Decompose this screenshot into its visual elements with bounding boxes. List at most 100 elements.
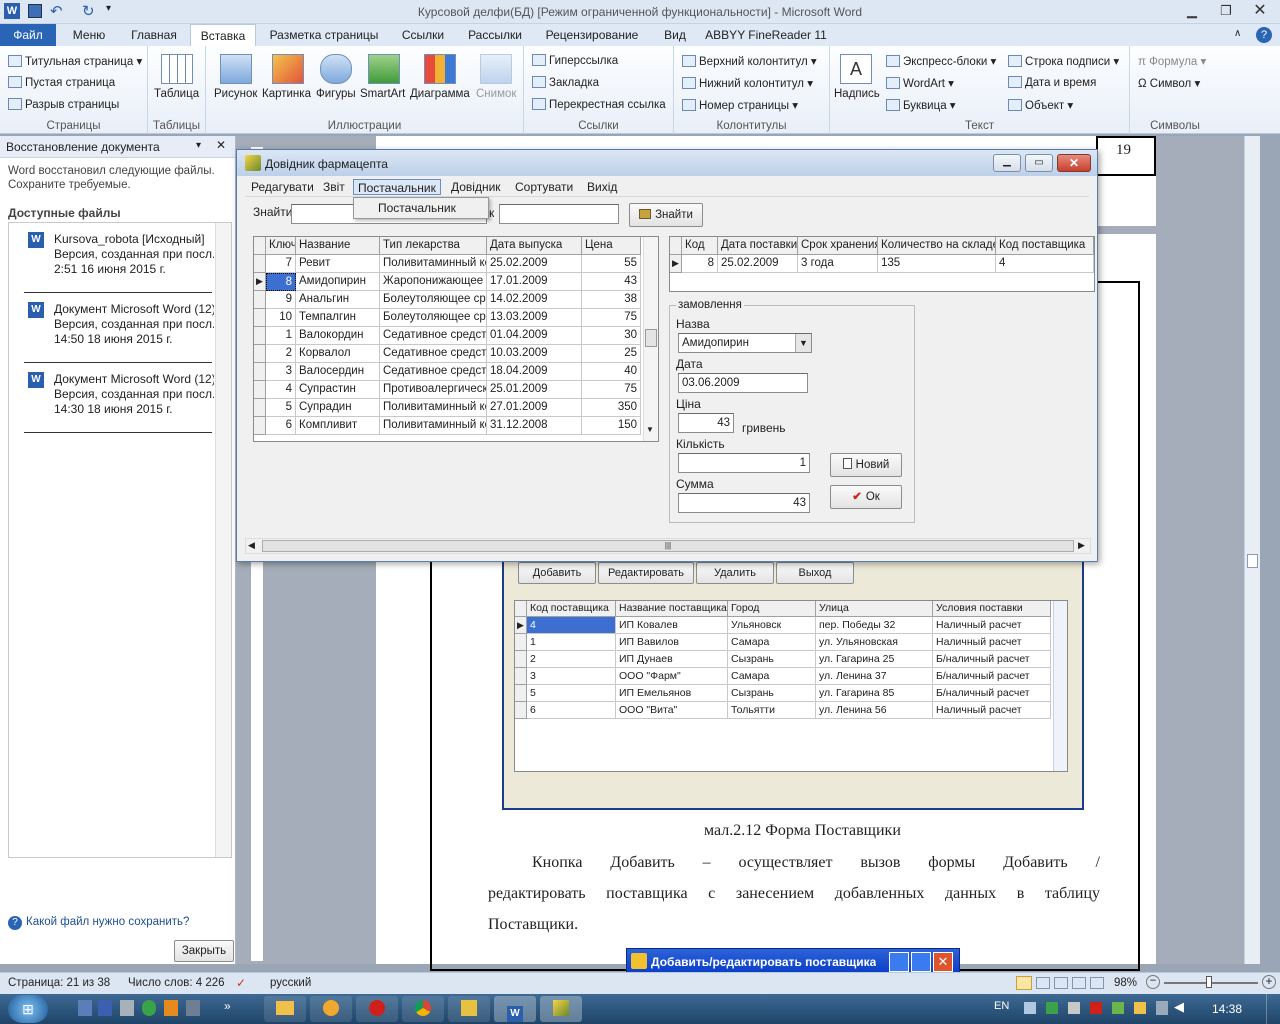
- medicine-cell[interactable]: Амидопирин: [296, 273, 380, 291]
- blank-page-button[interactable]: Пустая страница: [8, 76, 115, 89]
- new-button[interactable]: Новий: [830, 453, 902, 477]
- medicine-cell[interactable]: Седативное средств: [380, 345, 487, 363]
- taskbar-word[interactable]: W: [494, 996, 536, 1022]
- column-header[interactable]: Условия поставки: [933, 601, 1051, 617]
- exit-button[interactable]: Выход: [776, 562, 854, 584]
- dropdown-item-supplier[interactable]: Постачальник: [378, 201, 456, 215]
- medicine-cell[interactable]: 31.12.2008: [487, 417, 582, 435]
- hyperlink-button[interactable]: Гиперссылка: [532, 54, 618, 67]
- medicine-cell[interactable]: 3: [266, 363, 296, 381]
- tray-icon[interactable]: [1068, 1002, 1080, 1014]
- medicine-cell[interactable]: 27.01.2009: [487, 399, 582, 417]
- page-break-button[interactable]: Разрыв страницы: [8, 98, 119, 111]
- medicine-cell[interactable]: 14.02.2009: [487, 291, 582, 309]
- medicine-cell[interactable]: Поливитаминный ко: [380, 399, 487, 417]
- tab-insert[interactable]: Вставка: [190, 24, 256, 46]
- tab-view[interactable]: Вид: [654, 24, 696, 46]
- column-header[interactable]: Название поставщика: [616, 601, 728, 617]
- tray-icon[interactable]: [1046, 1002, 1058, 1014]
- help-icon[interactable]: ?: [1256, 27, 1272, 43]
- medicines-scrollbar[interactable]: ▼: [643, 237, 658, 441]
- medicine-cell[interactable]: 150: [582, 417, 641, 435]
- equation-button[interactable]: π Формула ▾: [1138, 54, 1206, 68]
- clock[interactable]: 14:38: [1212, 1002, 1242, 1016]
- stock-cell[interactable]: 4: [996, 255, 1094, 273]
- close-icon[interactable]: ✕: [1057, 154, 1091, 172]
- supplier-cell[interactable]: Наличный расчет: [933, 702, 1051, 719]
- supplier-cell[interactable]: Наличный расчет: [933, 617, 1051, 634]
- medicine-cell[interactable]: 8: [266, 273, 296, 291]
- supplier-cell[interactable]: ИП Дунаев: [616, 651, 728, 668]
- tab-page-layout[interactable]: Разметка страницы: [262, 24, 386, 46]
- medicine-cell[interactable]: 5: [266, 399, 296, 417]
- medicine-cell[interactable]: Жаропонижающее с: [380, 273, 487, 291]
- taskbar-app[interactable]: [310, 996, 352, 1022]
- input-language[interactable]: EN: [994, 1000, 1009, 1012]
- column-header[interactable]: Улица: [816, 601, 933, 617]
- stock-cell[interactable]: 135: [878, 255, 996, 273]
- cross-reference-button[interactable]: Перекрестная ссылка: [532, 98, 666, 111]
- smartart-button[interactable]: SmartArt: [360, 88, 405, 100]
- taskbar-pharmacist-app[interactable]: [540, 996, 582, 1022]
- supplier-cell[interactable]: Сызрань: [728, 685, 816, 702]
- table-button[interactable]: Таблица: [154, 88, 199, 100]
- header-button[interactable]: Верхний колонтитул ▾: [682, 54, 817, 68]
- footer-button[interactable]: Нижний колонтитул ▾: [682, 76, 813, 90]
- supplier-cell[interactable]: ул. Гагарина 85: [816, 685, 933, 702]
- medicine-cell[interactable]: 75: [582, 309, 641, 327]
- menu-reference[interactable]: Довідник: [447, 179, 505, 195]
- menu-report[interactable]: Звіт: [319, 179, 349, 195]
- tab-file[interactable]: Файл: [0, 24, 56, 46]
- menu-edit[interactable]: Редагувати: [247, 179, 318, 195]
- tray-icon[interactable]: [1112, 1002, 1124, 1014]
- medicine-cell[interactable]: Поливитаминный ко: [380, 255, 487, 273]
- maximize-icon[interactable]: ▭: [1025, 154, 1053, 172]
- chart-button[interactable]: Диаграмма: [410, 88, 470, 100]
- tab-abbyy[interactable]: ABBYY FineReader 11: [702, 24, 830, 46]
- scroll-right-icon[interactable]: ▶: [1078, 540, 1085, 551]
- zoom-out-icon[interactable]: −: [1146, 975, 1160, 989]
- price-field[interactable]: 43: [678, 413, 734, 433]
- supplier-cell[interactable]: пер. Победы 32: [816, 617, 933, 634]
- tray-icon[interactable]: [1024, 1002, 1036, 1014]
- clipart-button[interactable]: Картинка: [262, 88, 311, 100]
- column-header[interactable]: Ключ: [266, 237, 296, 255]
- search-button[interactable]: Знайти: [629, 203, 703, 227]
- column-header[interactable]: Дата поставки: [718, 237, 798, 255]
- supplier-cell[interactable]: ИП Емельянов: [616, 685, 728, 702]
- scroll-thumb[interactable]: [645, 329, 657, 347]
- close-button[interactable]: Закрыть: [174, 940, 234, 962]
- sum-field[interactable]: 43: [678, 493, 810, 513]
- suppliers-scrollbar[interactable]: [1053, 601, 1067, 771]
- date-time-button[interactable]: Дата и время: [1008, 76, 1096, 89]
- shapes-button[interactable]: Фигуры: [316, 88, 356, 100]
- medicine-cell[interactable]: 9: [266, 291, 296, 309]
- show-desktop-button[interactable]: [1266, 994, 1280, 1024]
- ribbon-collapse-icon[interactable]: ∧: [1234, 28, 1241, 39]
- column-header[interactable]: Код: [682, 237, 718, 255]
- supplier-cell[interactable]: Сызрань: [728, 651, 816, 668]
- tab-mailings[interactable]: Рассылки: [460, 24, 530, 46]
- medicine-cell[interactable]: 25: [582, 345, 641, 363]
- tab-menu[interactable]: Меню: [60, 24, 118, 46]
- tray-icon[interactable]: [78, 1000, 92, 1016]
- tray-icon[interactable]: [1134, 1002, 1146, 1014]
- supplier-cell[interactable]: Б/наличный расчет: [933, 651, 1051, 668]
- medicine-cell[interactable]: Поливитаминный ко: [380, 417, 487, 435]
- view-web-icon[interactable]: [1054, 977, 1068, 989]
- supplier-cell[interactable]: Б/наличный расчет: [933, 685, 1051, 702]
- medicine-cell[interactable]: 2: [266, 345, 296, 363]
- view-outline-icon[interactable]: [1072, 977, 1086, 989]
- medicine-cell[interactable]: Болеутоляющее сре: [380, 291, 487, 309]
- menu-sort[interactable]: Сортувати: [511, 179, 577, 195]
- network-icon[interactable]: [1156, 1001, 1168, 1015]
- supplier-cell[interactable]: ул. Гагарина 25: [816, 651, 933, 668]
- show-more-icon[interactable]: »: [224, 999, 231, 1013]
- recovered-file[interactable]: W Kursova_robota [Исходный] Версия, созд…: [28, 230, 214, 288]
- tray-icon[interactable]: [120, 1000, 134, 1016]
- recovered-file[interactable]: W Документ Microsoft Word (12) ... Верси…: [28, 300, 214, 358]
- medicine-cell[interactable]: 13.03.2009: [487, 309, 582, 327]
- medicine-cell[interactable]: Седативное средств: [380, 327, 487, 345]
- scroll-thumb[interactable]: |||: [262, 540, 1074, 552]
- medicine-cell[interactable]: Супрастин: [296, 381, 380, 399]
